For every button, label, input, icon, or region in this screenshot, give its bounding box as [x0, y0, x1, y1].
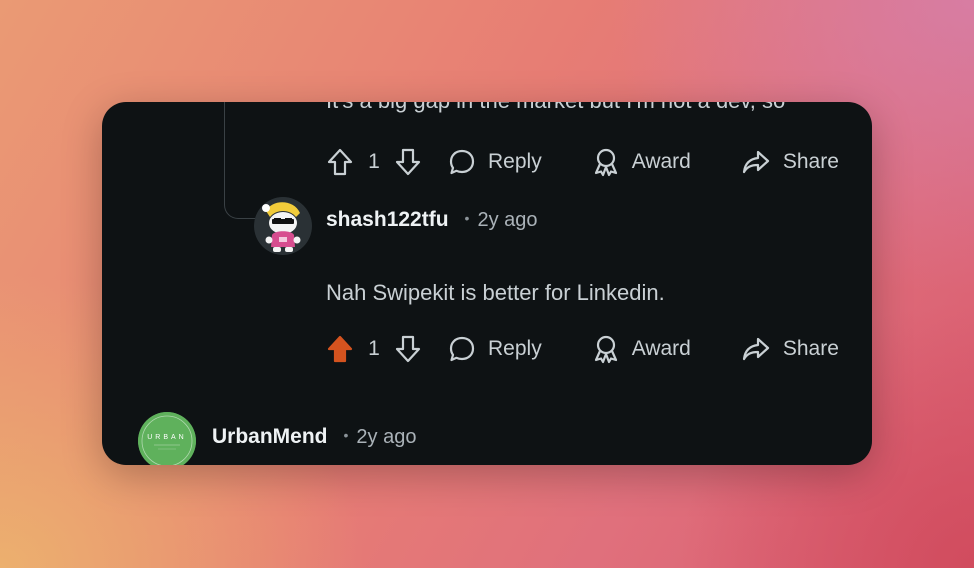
- downvote-icon[interactable]: [394, 334, 422, 364]
- reply-comment-actions: 1 Reply Award Share: [326, 329, 839, 369]
- avatar[interactable]: URBAN: [138, 412, 196, 465]
- timestamp[interactable]: 2y ago: [477, 209, 537, 232]
- share-icon: [742, 337, 769, 361]
- comment-thread-card: It's a big gap in the market but I'm not…: [102, 102, 872, 465]
- separator-dot: •: [464, 210, 470, 226]
- share-label: Share: [782, 150, 839, 173]
- share-icon: [742, 150, 769, 174]
- award-icon: [594, 335, 617, 364]
- award-label: Award: [631, 337, 691, 360]
- previous-comment-actions: 1 Reply Award Share: [326, 142, 839, 182]
- comment-bubble-icon: [449, 336, 475, 362]
- reply-label: Reply: [488, 150, 542, 173]
- vote-control: 1: [326, 334, 422, 364]
- vote-control: 1: [326, 147, 422, 177]
- username-link[interactable]: shash122tfu: [326, 208, 449, 232]
- downvote-icon[interactable]: [394, 147, 422, 177]
- reply-label: Reply: [488, 337, 542, 360]
- username-link[interactable]: UrbanMend: [212, 425, 328, 449]
- comment-meta: shash122tfu • 2y ago: [326, 208, 538, 232]
- reply-button[interactable]: Reply: [448, 335, 542, 363]
- reply-button[interactable]: Reply: [448, 148, 542, 176]
- comment-meta: UrbanMend • 2y ago: [212, 425, 416, 449]
- separator-dot: •: [343, 427, 349, 443]
- comment-bubble-icon: [449, 149, 475, 175]
- share-button[interactable]: Share: [741, 335, 839, 363]
- share-button[interactable]: Share: [741, 148, 839, 176]
- share-label: Share: [782, 337, 839, 360]
- award-button[interactable]: Award: [592, 334, 691, 364]
- award-button[interactable]: Award: [592, 147, 691, 177]
- vote-count: 1: [368, 337, 380, 360]
- avatar-logo-text: URBAN: [147, 434, 187, 441]
- comment-body: Nah Swipekit is better for Linkedin.: [326, 280, 665, 305]
- snoo-avatar-icon: [254, 197, 312, 255]
- vote-count: 1: [368, 150, 380, 173]
- upvote-icon[interactable]: [326, 147, 354, 177]
- upvote-icon-active[interactable]: [326, 334, 354, 364]
- previous-comment-text: It's a big gap in the market but I'm not…: [326, 102, 872, 114]
- avatar[interactable]: [254, 197, 312, 255]
- thread-connector-line: [224, 102, 255, 219]
- timestamp[interactable]: 2y ago: [356, 426, 416, 449]
- award-icon: [594, 148, 617, 177]
- award-label: Award: [631, 150, 691, 173]
